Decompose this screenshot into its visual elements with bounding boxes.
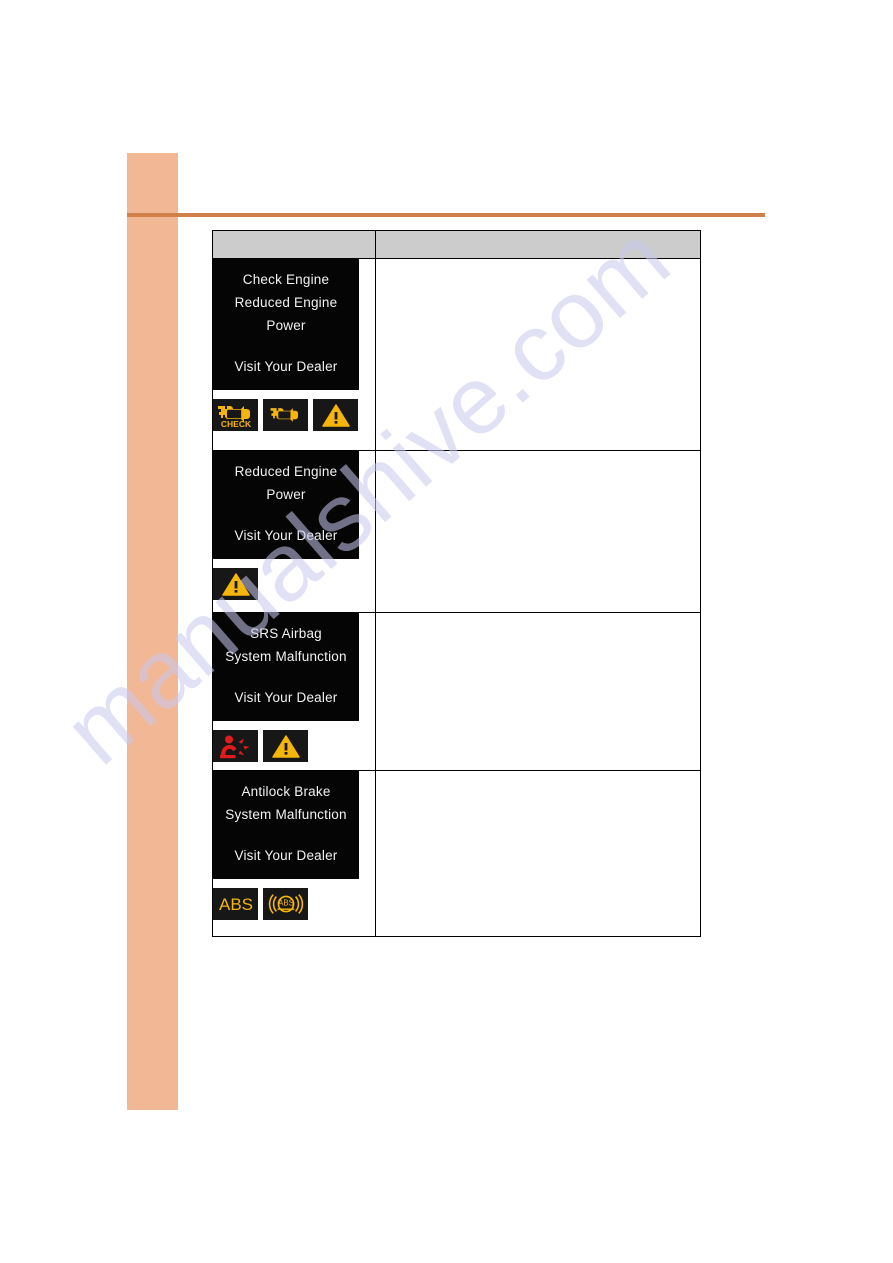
symbol-cell-reduced-engine-power: Reduced Engine Power Visit Your Dealer xyxy=(212,450,376,613)
display-line: SRS Airbag xyxy=(250,626,322,641)
header-rule xyxy=(127,213,765,217)
description-cell-antilock-brake xyxy=(375,770,701,937)
srs-airbag-icon xyxy=(213,730,258,762)
display-spacer xyxy=(213,668,359,686)
display-panel: Antilock Brake System Malfunction Visit … xyxy=(213,771,359,879)
indicator-icon-row: ABS ABS xyxy=(213,888,375,920)
display-line: Power xyxy=(266,487,306,502)
symbol-cell-antilock-brake: Antilock Brake System Malfunction Visit … xyxy=(212,770,376,937)
display-line: System Malfunction xyxy=(225,807,347,822)
description-cell-reduced-engine-power xyxy=(375,450,701,613)
display-footer: Visit Your Dealer xyxy=(234,528,338,543)
header-cell-description xyxy=(375,230,701,259)
display-panel: SRS Airbag System Malfunction Visit Your… xyxy=(213,613,359,721)
display-panel: Check Engine Reduced Engine Power Visit … xyxy=(213,259,359,390)
check-engine-check-icon: CHECK xyxy=(213,399,258,431)
table-row: SRS Airbag System Malfunction Visit Your… xyxy=(212,612,701,771)
indicator-icon-row: CHECK xyxy=(213,399,375,431)
indicator-icon-row xyxy=(213,568,375,600)
display-footer: Visit Your Dealer xyxy=(234,359,338,374)
table-body: Check Engine Reduced Engine Power Visit … xyxy=(212,258,701,937)
display-line: Reduced Engine xyxy=(234,464,338,479)
indicator-icon-row xyxy=(213,730,375,762)
display-line: Reduced Engine xyxy=(234,295,338,310)
description-cell-check-engine-reduced-power xyxy=(375,258,701,451)
warning-message-table: Check Engine Reduced Engine Power Visit … xyxy=(212,230,701,937)
display-footer: Visit Your Dealer xyxy=(234,690,338,705)
table-row: Antilock Brake System Malfunction Visit … xyxy=(212,770,701,937)
symbol-cell-check-engine-reduced-power: Check Engine Reduced Engine Power Visit … xyxy=(212,258,376,451)
header-cell-symbol xyxy=(212,230,376,259)
master-warning-icon xyxy=(213,568,258,600)
master-warning-icon xyxy=(313,399,358,431)
table-row: Reduced Engine Power Visit Your Dealer xyxy=(212,450,701,613)
display-spacer xyxy=(213,826,359,844)
table-header-row xyxy=(212,230,701,259)
svg-text:CHECK: CHECK xyxy=(220,419,251,429)
symbol-cell-srs-airbag: SRS Airbag System Malfunction Visit Your… xyxy=(212,612,376,771)
abs-symbol-icon: ABS xyxy=(263,888,308,920)
display-spacer xyxy=(213,506,359,524)
display-panel: Reduced Engine Power Visit Your Dealer xyxy=(213,451,359,559)
display-line: Antilock Brake xyxy=(241,784,331,799)
svg-text:ABS: ABS xyxy=(278,899,294,908)
chapter-side-tab xyxy=(127,153,178,1110)
abs-text-icon: ABS xyxy=(213,888,258,920)
display-line: System Malfunction xyxy=(225,649,347,664)
master-warning-icon xyxy=(263,730,308,762)
display-line: Check Engine xyxy=(242,272,330,287)
table-header xyxy=(212,230,701,259)
display-footer: Visit Your Dealer xyxy=(234,848,338,863)
table-row: Check Engine Reduced Engine Power Visit … xyxy=(212,258,701,451)
display-spacer xyxy=(213,337,359,355)
svg-text:ABS: ABS xyxy=(218,895,252,914)
display-line: Power xyxy=(266,318,306,333)
engine-malfunction-icon xyxy=(263,399,308,431)
description-cell-srs-airbag xyxy=(375,612,701,771)
